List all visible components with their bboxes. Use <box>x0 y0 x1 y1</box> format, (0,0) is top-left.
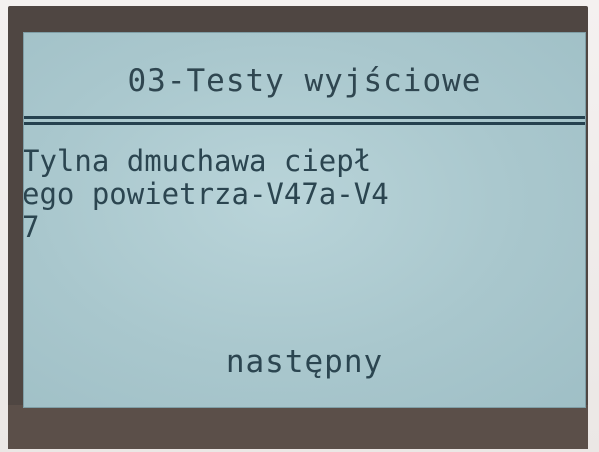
title-divider-bottom <box>24 122 585 125</box>
message-line-2: ego powietrza-V47a-V4 <box>23 177 389 211</box>
device-bezel-lower <box>8 405 588 449</box>
next-button[interactable]: następny <box>24 344 585 380</box>
title-divider-top <box>24 116 585 119</box>
message-line-3: 7 <box>23 210 40 244</box>
test-description: Tylna dmuchawa ciepł ego powietrza-V47a-… <box>23 144 585 244</box>
screen-title: 03-Testy wyjściowe <box>127 63 482 99</box>
photo-frame: 03-Testy wyjściowe Tylna dmuchawa ciepł … <box>0 0 599 452</box>
message-line-1: Tylna dmuchawa ciepł <box>23 144 372 178</box>
lcd-screen: 03-Testy wyjściowe Tylna dmuchawa ciepł … <box>23 32 586 408</box>
